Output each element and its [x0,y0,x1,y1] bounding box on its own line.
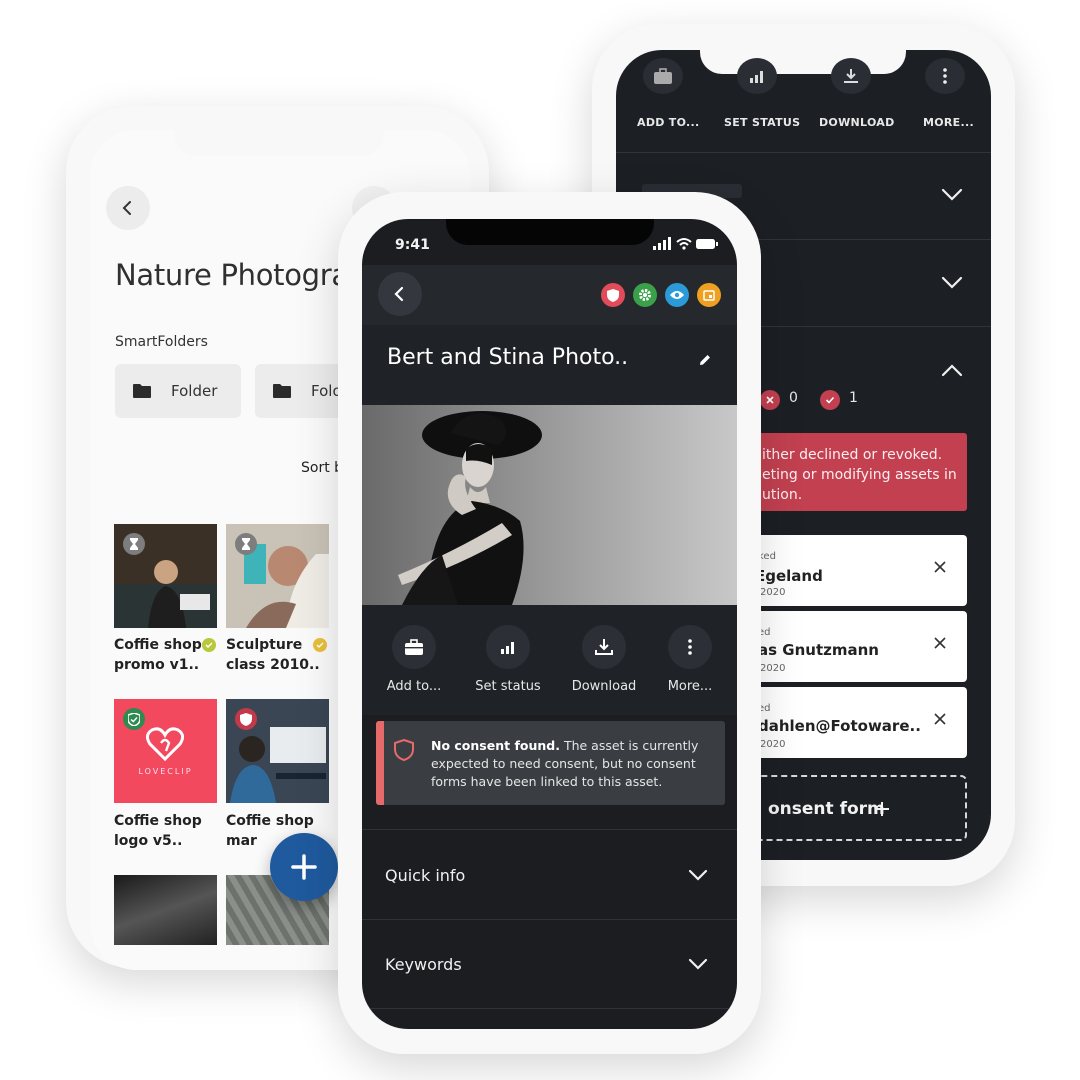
approved-check-icon [820,390,840,410]
alert-accent-bar [376,721,384,805]
download-icon[interactable] [831,58,871,94]
chevron-left-icon [394,286,404,302]
accordion-keywords[interactable]: Keywords [385,955,462,974]
status-icons [653,237,718,250]
more-icon[interactable] [668,625,712,669]
gear-icon[interactable] [633,283,657,307]
accordion-quick-info[interactable]: Quick info [385,866,465,885]
divider [362,919,737,920]
more-action[interactable]: MORE... [923,116,974,129]
shield-icon[interactable] [601,283,625,307]
more-icon[interactable] [925,58,965,94]
status-ok-icon [202,638,216,652]
hourglass-icon [123,533,145,555]
chevron-up-icon[interactable] [941,363,963,377]
add-to-action[interactable]: Add to... [369,679,459,694]
asset-title: Bert and Stina Photo.. [387,345,629,370]
loveclip-brand-text: LOVECLIP [138,767,193,776]
eye-icon[interactable] [665,283,689,307]
add-fab-button[interactable] [270,833,338,901]
header-bar [362,265,737,325]
divider [362,829,737,830]
asset-caption: Sculpture class 2010.. [226,637,320,673]
asset-caption: Coffie shop promo v1.. [114,637,202,673]
plus-icon [291,854,317,880]
center-phone-screen: 9:41 Bert and Stina Photo.. Add to... Se… [362,219,737,1029]
phone-notch [446,219,654,245]
folder-icon [133,384,151,398]
alert-message: No consent found. The asset is currently… [431,738,699,789]
download-icon[interactable] [582,625,626,669]
portrait-photo [362,405,737,605]
more-action[interactable]: More... [645,679,735,694]
declined-count: 0 [789,390,798,406]
asset-preview-image[interactable] [362,405,737,605]
back-button[interactable] [106,186,150,230]
add-to-action[interactable]: ADD TO... [637,116,699,129]
phone-notch [174,130,384,156]
status-bars-icon[interactable] [486,625,530,669]
asset-caption: Coffie shop logo v5.. [114,813,202,849]
declined-x-icon [760,390,780,410]
briefcase-icon[interactable] [643,58,683,94]
sort-label[interactable]: Sort b [301,460,343,476]
folder-icon [273,384,291,398]
set-status-action[interactable]: Set status [463,679,553,694]
set-status-action[interactable]: SET STATUS [724,116,800,129]
plus-icon [875,802,889,816]
chevron-down-icon[interactable] [941,188,963,202]
asset-thumbnail[interactable] [114,875,217,945]
chevron-down-icon[interactable] [688,958,708,970]
hourglass-icon [235,533,257,555]
status-bars-icon[interactable] [737,58,777,94]
calendar-icon[interactable] [697,283,721,307]
divider [362,1008,737,1009]
status-pending-icon [313,638,327,652]
page-title: Nature Photogra [115,258,349,292]
no-consent-alert: No consent found. The asset is currently… [376,721,725,805]
status-time: 9:41 [395,237,430,253]
divider [616,152,991,153]
download-action[interactable]: DOWNLOAD [819,116,895,129]
folder-label: Folder [171,382,218,400]
approved-count: 1 [849,390,858,406]
remove-close-icon[interactable] [934,637,946,649]
chevron-down-icon[interactable] [941,276,963,290]
asset-actions-bar: Add to... Set status Download More... [362,605,737,715]
smartfolders-label: SmartFolders [115,334,208,350]
remove-close-icon[interactable] [934,713,946,725]
edit-pencil-icon[interactable] [698,353,712,367]
chevron-down-icon[interactable] [688,869,708,881]
back-button[interactable] [378,272,422,316]
smartfolder-card[interactable]: Folder [115,364,241,418]
briefcase-icon[interactable] [392,625,436,669]
phone-notch [700,50,906,74]
remove-close-icon[interactable] [934,561,946,573]
shield-icon [235,708,257,730]
shield-check-icon [123,708,145,730]
chevron-left-icon [122,201,131,215]
shield-warning-icon [394,739,414,761]
download-action[interactable]: Download [559,679,649,694]
